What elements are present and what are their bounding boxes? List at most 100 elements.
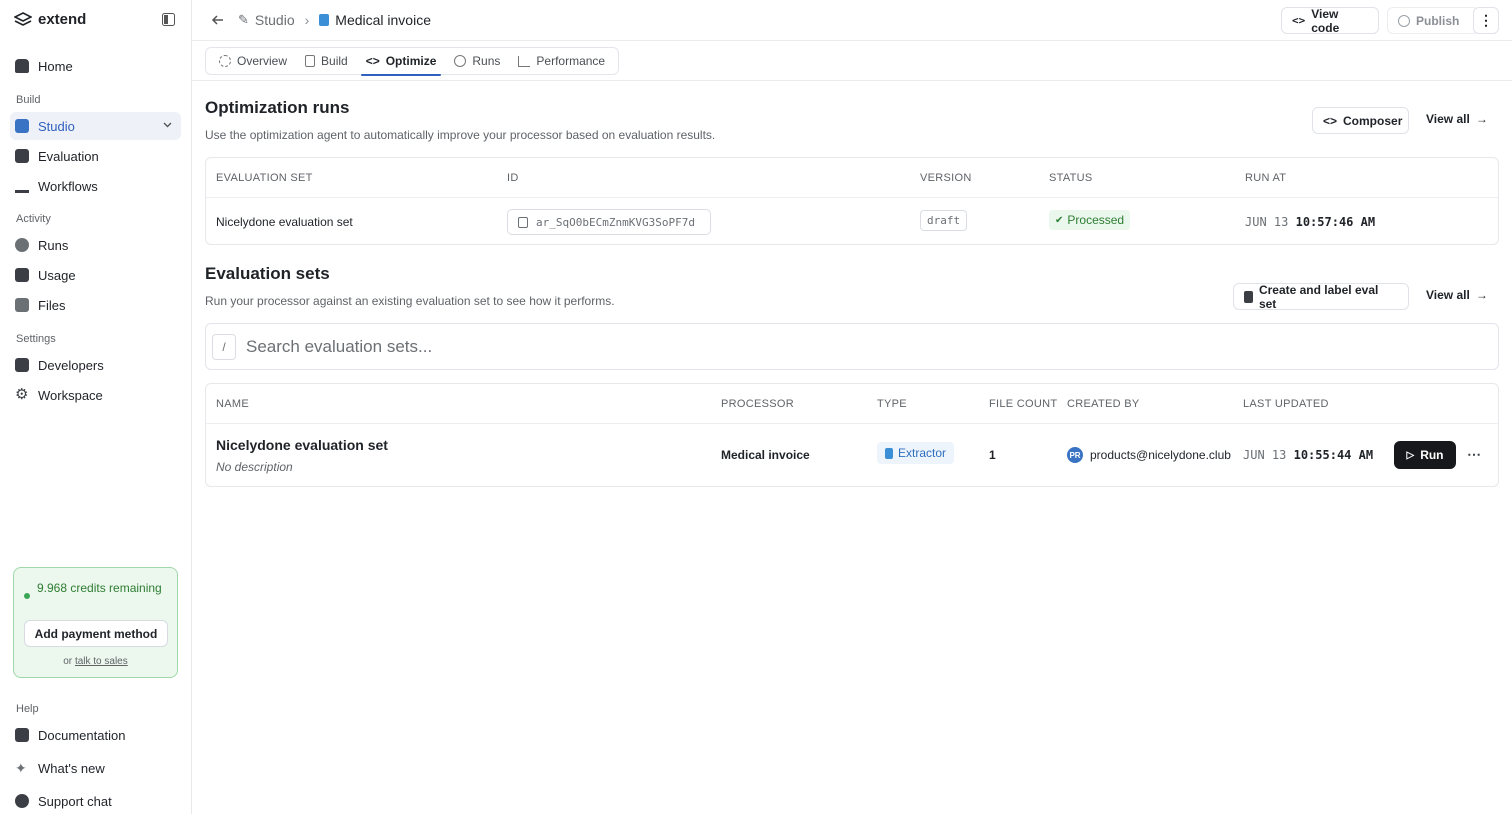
top-bar: ✎ Studio › Medical invoice <> View code … <box>192 0 1512 41</box>
column-header: PROCESSOR <box>721 398 794 410</box>
run-button[interactable]: ▷ Run <box>1394 441 1456 469</box>
credits-remaining: 9.968 credits remaining <box>37 581 162 595</box>
run-date: JUN 13 <box>1245 215 1289 229</box>
column-header: TYPE <box>877 398 907 410</box>
credits-panel: 9.968 credits remaining Add payment meth… <box>13 567 178 678</box>
sidebar-item-evaluation[interactable]: Evaluation <box>10 142 181 170</box>
run-label: Run <box>1420 448 1444 462</box>
sidebar: extend Home Build Studio Evaluation Work… <box>0 0 192 814</box>
sidebar-item-label: Usage <box>38 267 76 283</box>
sidebar-item-usage[interactable]: Usage <box>10 261 181 289</box>
search-input[interactable] <box>246 334 1446 360</box>
composer-button[interactable]: <> Composer <box>1312 107 1409 134</box>
publish-button[interactable]: Publish <box>1387 7 1479 34</box>
view-all-optimization-link[interactable]: View all → <box>1426 112 1488 126</box>
evaluation-sets-subtitle: Run your processor against an existing e… <box>205 294 615 308</box>
avatar: PR <box>1067 447 1083 463</box>
processor-cell: Medical invoice <box>721 448 810 462</box>
sidebar-item-label: Support chat <box>38 793 112 809</box>
tab-overview[interactable]: Overview <box>210 47 296 75</box>
sidebar-item-whats-new[interactable]: ✦ What's new <box>10 754 181 782</box>
add-payment-method-button[interactable]: Add payment method <box>24 620 168 647</box>
composer-label: Composer <box>1343 113 1403 128</box>
section-help: Help <box>16 703 39 715</box>
last-updated-cell: JUN 13 10:55:44 AM <box>1243 448 1373 462</box>
column-header: STATUS <box>1049 172 1093 184</box>
credits-status-dot <box>24 593 30 599</box>
tab-label: Build <box>321 54 348 68</box>
studio-icon <box>15 119 29 133</box>
table-row[interactable]: Nicelydone evaluation set ar_SqO0bECmZnm… <box>206 198 1498 245</box>
view-all-label: View all <box>1426 288 1470 302</box>
tab-label: Performance <box>536 54 606 68</box>
tab-label: Runs <box>472 54 501 68</box>
support-chat-icon <box>15 794 29 808</box>
row-more-options-icon[interactable]: ⋯ <box>1467 446 1481 463</box>
sidebar-item-label: Evaluation <box>38 148 99 164</box>
more-vertical-icon: ⋮ <box>1479 12 1493 28</box>
runs-icon <box>15 238 29 252</box>
status-badge: ✔ Processed <box>1049 210 1131 230</box>
chevron-right-icon: › <box>304 12 310 28</box>
table-row[interactable]: Nicelydone evaluation set No description… <box>206 424 1498 487</box>
composer-icon: <> <box>1323 113 1338 128</box>
tab-runs[interactable]: Runs <box>445 47 509 75</box>
sidebar-item-label: Studio <box>38 118 75 134</box>
label-icon <box>1244 290 1253 303</box>
run-time: 10:57:46 AM <box>1295 215 1376 229</box>
arrow-right-icon: → <box>1475 288 1488 302</box>
type-badge: Extractor <box>877 442 955 464</box>
or-text: or <box>63 656 73 667</box>
column-header: CREATED BY <box>1067 398 1140 410</box>
optimize-icon: <> <box>365 54 380 68</box>
documentation-icon <box>15 728 29 742</box>
create-eval-set-button[interactable]: Create and label eval set <box>1233 283 1409 311</box>
sidebar-item-workspace[interactable]: ⚙ Workspace <box>10 381 181 409</box>
evaluation-icon <box>15 149 29 163</box>
play-icon: ▷ <box>1406 449 1415 461</box>
breadcrumb-studio[interactable]: Studio <box>255 12 295 28</box>
view-code-button[interactable]: <> View code <box>1281 7 1379 35</box>
sidebar-item-runs[interactable]: Runs <box>10 231 181 259</box>
sidebar-item-files[interactable]: Files <box>10 291 181 319</box>
collapse-sidebar-icon[interactable] <box>162 13 175 29</box>
tab-optimize[interactable]: <> Optimize <box>357 47 446 76</box>
sidebar-item-documentation[interactable]: Documentation <box>10 721 181 749</box>
tab-build[interactable]: Build <box>296 47 357 75</box>
sidebar-item-label: Home <box>38 58 73 74</box>
file-count-cell: 1 <box>989 448 996 462</box>
talk-to-sales-line: or talk to sales <box>14 656 177 667</box>
sidebar-item-label: Runs <box>38 237 69 253</box>
developers-icon <box>15 358 29 372</box>
table-header: EVALUATION SET ID VERSION STATUS RUN AT <box>206 158 1498 198</box>
type-label: Extractor <box>898 446 947 460</box>
gear-icon: ⚙ <box>15 386 29 403</box>
keyboard-shortcut-hint: / <box>212 334 236 360</box>
sidebar-item-workflows[interactable]: Workflows <box>10 172 181 200</box>
run-at-cell: JUN 13 10:57:46 AM <box>1245 215 1375 229</box>
view-all-eval-sets-link[interactable]: View all → <box>1426 288 1488 302</box>
tab-label: Overview <box>237 54 288 68</box>
logo[interactable]: extend <box>14 11 86 28</box>
breadcrumb-processor: Medical invoice <box>335 12 431 28</box>
more-options-button[interactable]: ⋮ <box>1473 7 1499 34</box>
column-header: VERSION <box>920 172 972 184</box>
sidebar-item-studio[interactable]: Studio <box>10 112 181 140</box>
history-icon <box>454 55 467 67</box>
id-value: ar_SqO0bECmZnmKVG3SoPF7d <box>536 215 695 229</box>
talk-to-sales-link[interactable]: talk to sales <box>75 656 128 667</box>
optimization-runs-subtitle: Use the optimization agent to automatica… <box>205 128 716 142</box>
updated-date: JUN 13 <box>1243 448 1287 462</box>
sidebar-item-developers[interactable]: Developers <box>10 351 181 379</box>
section-build: Build <box>16 94 41 106</box>
id-copy-chip[interactable]: ar_SqO0bECmZnmKVG3SoPF7d <box>507 209 711 235</box>
column-header: LAST UPDATED <box>1243 398 1329 410</box>
back-arrow-icon[interactable] <box>211 13 225 30</box>
tab-performance[interactable]: Performance <box>509 47 614 75</box>
workflows-icon <box>15 179 29 193</box>
eval-set-name: Nicelydone evaluation set <box>216 437 388 453</box>
files-icon <box>15 298 29 312</box>
sidebar-item-support-chat[interactable]: Support chat <box>10 787 181 815</box>
breadcrumb: ✎ Studio › Medical invoice <box>238 12 431 28</box>
sidebar-item-home[interactable]: Home <box>10 52 181 80</box>
